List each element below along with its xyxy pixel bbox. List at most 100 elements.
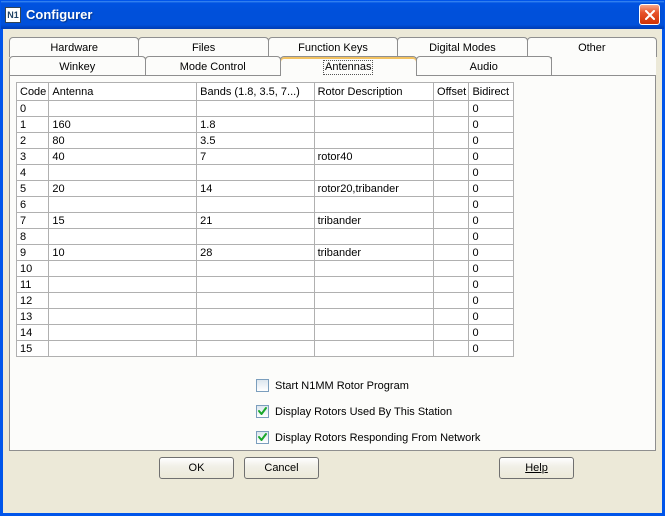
cell-bidirect[interactable]: 0 [469, 165, 514, 181]
cell-offset[interactable] [434, 181, 469, 197]
cell-rotor[interactable] [314, 293, 433, 309]
cell-bands[interactable] [197, 309, 314, 325]
cell-rotor[interactable] [314, 133, 433, 149]
cell-rotor[interactable] [314, 117, 433, 133]
cell-offset[interactable] [434, 133, 469, 149]
cell-code[interactable]: 12 [17, 293, 49, 309]
cell-bands[interactable] [197, 165, 314, 181]
cell-code[interactable]: 14 [17, 325, 49, 341]
cell-bands[interactable] [197, 229, 314, 245]
cell-bands[interactable]: 7 [197, 149, 314, 165]
cell-antenna[interactable]: 40 [49, 149, 197, 165]
header-offset[interactable]: Offset [434, 83, 469, 101]
cell-rotor[interactable]: rotor20,tribander [314, 181, 433, 197]
cell-bands[interactable] [197, 101, 314, 117]
check-start-rotor[interactable] [256, 379, 269, 392]
cell-antenna[interactable] [49, 341, 197, 357]
tab-digital-modes[interactable]: Digital Modes [397, 37, 527, 57]
header-rotor[interactable]: Rotor Description [314, 83, 433, 101]
header-bidirect[interactable]: Bidirect [469, 83, 514, 101]
cell-antenna[interactable] [49, 277, 197, 293]
cell-offset[interactable] [434, 149, 469, 165]
cell-antenna[interactable] [49, 261, 197, 277]
cell-offset[interactable] [434, 101, 469, 117]
cell-code[interactable]: 2 [17, 133, 49, 149]
cell-bidirect[interactable]: 0 [469, 101, 514, 117]
cell-offset[interactable] [434, 341, 469, 357]
cell-offset[interactable] [434, 261, 469, 277]
cell-code[interactable]: 1 [17, 117, 49, 133]
cell-rotor[interactable] [314, 341, 433, 357]
cell-rotor[interactable] [314, 229, 433, 245]
cell-bands[interactable]: 14 [197, 181, 314, 197]
cell-rotor[interactable] [314, 165, 433, 181]
cell-rotor[interactable] [314, 101, 433, 117]
cell-antenna[interactable] [49, 197, 197, 213]
cell-code[interactable]: 0 [17, 101, 49, 117]
cell-code[interactable]: 3 [17, 149, 49, 165]
cell-offset[interactable] [434, 245, 469, 261]
cell-bidirect[interactable]: 0 [469, 197, 514, 213]
check-display-used[interactable] [256, 405, 269, 418]
cell-bidirect[interactable]: 0 [469, 261, 514, 277]
cell-bands[interactable] [197, 277, 314, 293]
cell-code[interactable]: 8 [17, 229, 49, 245]
cell-offset[interactable] [434, 293, 469, 309]
cell-bands[interactable]: 28 [197, 245, 314, 261]
cell-code[interactable]: 11 [17, 277, 49, 293]
tab-audio[interactable]: Audio [416, 56, 553, 76]
help-button[interactable]: Help [499, 457, 574, 479]
cell-code[interactable]: 9 [17, 245, 49, 261]
cell-antenna[interactable] [49, 325, 197, 341]
cell-bands[interactable]: 3.5 [197, 133, 314, 149]
check-display-used-label[interactable]: Display Rotors Used By This Station [275, 406, 452, 418]
cell-code[interactable]: 4 [17, 165, 49, 181]
header-antenna[interactable]: Antenna [49, 83, 197, 101]
tab-other[interactable]: Other [527, 37, 657, 57]
cell-bidirect[interactable]: 0 [469, 181, 514, 197]
cell-bidirect[interactable]: 0 [469, 325, 514, 341]
cell-offset[interactable] [434, 229, 469, 245]
cell-rotor[interactable]: rotor40 [314, 149, 433, 165]
cell-offset[interactable] [434, 277, 469, 293]
cell-bands[interactable] [197, 325, 314, 341]
cell-rotor[interactable] [314, 325, 433, 341]
close-button[interactable] [639, 4, 660, 25]
cell-bands[interactable] [197, 293, 314, 309]
tab-function-keys[interactable]: Function Keys [268, 37, 398, 57]
tab-antennas[interactable]: Antennas [280, 56, 417, 76]
tab-files[interactable]: Files [138, 37, 268, 57]
cell-rotor[interactable]: tribander [314, 245, 433, 261]
cell-offset[interactable] [434, 197, 469, 213]
cell-bands[interactable] [197, 197, 314, 213]
cell-bidirect[interactable]: 0 [469, 149, 514, 165]
cell-bidirect[interactable]: 0 [469, 117, 514, 133]
cell-rotor[interactable] [314, 197, 433, 213]
cell-antenna[interactable]: 10 [49, 245, 197, 261]
cell-antenna[interactable]: 80 [49, 133, 197, 149]
tab-winkey[interactable]: Winkey [9, 56, 146, 76]
cell-antenna[interactable] [49, 229, 197, 245]
header-bands[interactable]: Bands (1.8, 3.5, 7...) [197, 83, 314, 101]
cell-bidirect[interactable]: 0 [469, 133, 514, 149]
check-display-network[interactable] [256, 431, 269, 444]
cell-bands[interactable] [197, 261, 314, 277]
check-start-rotor-label[interactable]: Start N1MM Rotor Program [275, 380, 409, 392]
cell-bands[interactable]: 21 [197, 213, 314, 229]
cell-bidirect[interactable]: 0 [469, 309, 514, 325]
cell-bidirect[interactable]: 0 [469, 277, 514, 293]
cell-antenna[interactable]: 160 [49, 117, 197, 133]
cell-bidirect[interactable]: 0 [469, 245, 514, 261]
ok-button[interactable]: OK [159, 457, 234, 479]
cell-code[interactable]: 7 [17, 213, 49, 229]
cell-offset[interactable] [434, 325, 469, 341]
cell-offset[interactable] [434, 117, 469, 133]
cell-antenna[interactable]: 20 [49, 181, 197, 197]
cell-offset[interactable] [434, 213, 469, 229]
tab-mode-control[interactable]: Mode Control [145, 56, 282, 76]
cell-bidirect[interactable]: 0 [469, 293, 514, 309]
cell-code[interactable]: 10 [17, 261, 49, 277]
cell-code[interactable]: 15 [17, 341, 49, 357]
cell-rotor[interactable] [314, 277, 433, 293]
titlebar[interactable]: N1 Configurer [1, 1, 664, 29]
